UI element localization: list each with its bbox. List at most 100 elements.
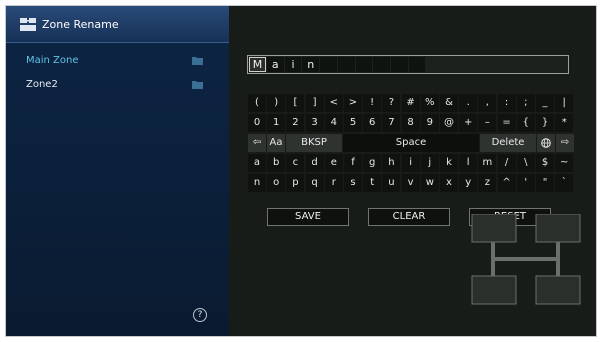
key[interactable]: t: [363, 174, 382, 192]
delete-key[interactable]: Delete: [480, 134, 536, 152]
key[interactable]: l: [459, 154, 478, 172]
key[interactable]: ': [516, 174, 535, 192]
folder-icon: [192, 57, 203, 65]
backspace-key[interactable]: BKSP: [286, 134, 342, 152]
cursor-left-key[interactable]: ⇦: [248, 134, 266, 152]
key[interactable]: ~: [555, 154, 574, 172]
key[interactable]: +: [459, 114, 478, 132]
zone-label: Main Zone: [26, 55, 79, 66]
key[interactable]: }: [536, 114, 554, 132]
key[interactable]: #: [401, 94, 420, 112]
key[interactable]: &: [440, 94, 458, 112]
key[interactable]: j: [420, 154, 439, 172]
name-char-cell: [391, 57, 408, 72]
key[interactable]: v: [401, 174, 420, 192]
key[interactable]: ]: [305, 94, 324, 112]
key[interactable]: ": [536, 174, 554, 192]
key[interactable]: e: [324, 154, 343, 172]
key[interactable]: b: [267, 154, 286, 172]
key[interactable]: _: [536, 94, 554, 112]
key[interactable]: m: [478, 154, 497, 172]
key[interactable]: g: [363, 154, 382, 172]
key[interactable]: 0: [248, 114, 266, 132]
key[interactable]: ?: [382, 94, 401, 112]
key[interactable]: c: [286, 154, 305, 172]
zone-item-zone2[interactable]: Zone2: [26, 79, 203, 90]
key[interactable]: 8: [401, 114, 420, 132]
key[interactable]: q: [305, 174, 324, 192]
globe-key[interactable]: [537, 134, 555, 152]
zone-rename-screen: Zone Rename Main Zone Zone2 ? Main ()[] <…: [5, 5, 597, 337]
key[interactable]: x: [440, 174, 458, 192]
key[interactable]: |: [555, 94, 574, 112]
zone-item-main[interactable]: Main Zone: [26, 55, 203, 66]
key[interactable]: k: [440, 154, 458, 172]
key[interactable]: w: [420, 174, 439, 192]
cursor-right-key[interactable]: ⇨: [556, 134, 574, 152]
space-key[interactable]: Space: [343, 134, 479, 152]
key[interactable]: i: [401, 154, 420, 172]
key[interactable]: 6: [363, 114, 382, 132]
key[interactable]: [: [286, 94, 305, 112]
page-title: Zone Rename: [42, 17, 119, 31]
key[interactable]: n: [248, 174, 266, 192]
key[interactable]: u: [382, 174, 401, 192]
key[interactable]: 4: [324, 114, 343, 132]
key[interactable]: \: [516, 154, 535, 172]
zone-label: Zone2: [26, 79, 58, 90]
key[interactable]: {: [516, 114, 535, 132]
name-char-cell: n: [302, 57, 320, 72]
key[interactable]: f: [344, 154, 362, 172]
key[interactable]: y: [459, 174, 478, 192]
key[interactable]: p: [286, 174, 305, 192]
key[interactable]: %: [420, 94, 439, 112]
key[interactable]: s: [344, 174, 362, 192]
key[interactable]: h: [382, 154, 401, 172]
key[interactable]: –: [478, 114, 497, 132]
folder-icon: [192, 81, 203, 89]
key[interactable]: !: [363, 94, 382, 112]
key[interactable]: ,: [478, 94, 497, 112]
name-char-cell: M: [249, 57, 266, 72]
key[interactable]: (: [248, 94, 266, 112]
title-bar: Zone Rename: [6, 6, 229, 43]
name-input[interactable]: Main: [247, 55, 569, 74]
key[interactable]: .: [459, 94, 478, 112]
key[interactable]: @: [440, 114, 458, 132]
key[interactable]: =: [497, 114, 516, 132]
case-toggle-key[interactable]: Aa: [267, 134, 285, 152]
key[interactable]: $: [536, 154, 554, 172]
zone-layout-illustration: [471, 214, 581, 305]
key[interactable]: a: [248, 154, 266, 172]
name-char-cell: i: [284, 57, 302, 72]
key[interactable]: <: [324, 94, 343, 112]
key[interactable]: `: [555, 174, 574, 192]
key[interactable]: d: [305, 154, 324, 172]
key[interactable]: 3: [305, 114, 324, 132]
zone-rename-icon: [20, 17, 36, 31]
key[interactable]: ^: [497, 174, 516, 192]
key[interactable]: z: [478, 174, 497, 192]
globe-icon: [541, 138, 551, 148]
key[interactable]: 2: [286, 114, 305, 132]
key[interactable]: ): [267, 94, 286, 112]
key[interactable]: r: [324, 174, 343, 192]
key[interactable]: >: [344, 94, 362, 112]
name-char-cell: [320, 57, 337, 72]
key[interactable]: 9: [420, 114, 439, 132]
key[interactable]: ;: [516, 94, 535, 112]
key[interactable]: 1: [267, 114, 286, 132]
key[interactable]: 7: [382, 114, 401, 132]
key[interactable]: o: [267, 174, 286, 192]
name-char-cell: [355, 57, 373, 72]
sidebar: Zone Rename Main Zone Zone2 ?: [6, 6, 229, 336]
help-button[interactable]: ?: [193, 308, 207, 322]
key[interactable]: :: [497, 94, 516, 112]
clear-button[interactable]: CLEAR: [368, 208, 450, 226]
key[interactable]: /: [497, 154, 516, 172]
key[interactable]: *: [555, 114, 574, 132]
save-button[interactable]: SAVE: [267, 208, 349, 226]
name-char-cell: [337, 57, 355, 72]
key[interactable]: 5: [344, 114, 362, 132]
name-char-cell: [408, 57, 426, 72]
